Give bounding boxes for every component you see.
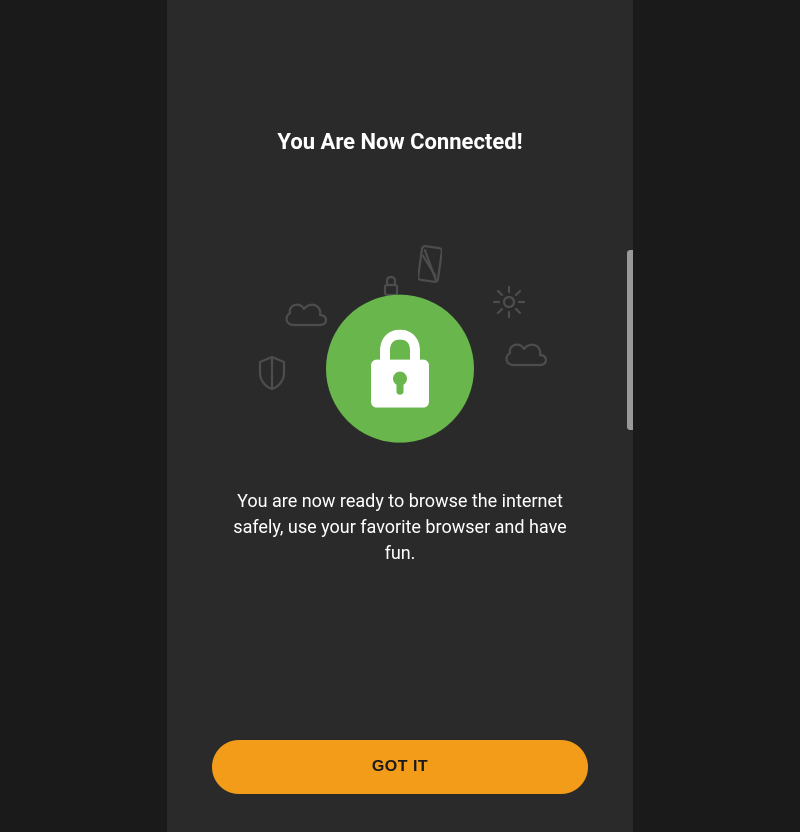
lock-small-icon bbox=[382, 275, 400, 297]
cloud-icon bbox=[280, 297, 332, 333]
subtitle-text: You are now ready to browse the internet… bbox=[230, 489, 570, 567]
lock-icon bbox=[369, 330, 431, 408]
scroll-indicator[interactable] bbox=[627, 250, 633, 430]
page-title: You Are Now Connected! bbox=[277, 130, 522, 155]
cloud-icon bbox=[500, 337, 552, 373]
gear-icon bbox=[492, 285, 526, 319]
illustration-group bbox=[220, 225, 580, 465]
shield-icon bbox=[258, 355, 286, 391]
got-it-button[interactable]: GOT IT bbox=[212, 740, 588, 794]
connected-confirmation-screen: You Are Now Connected! bbox=[167, 0, 633, 832]
lock-badge bbox=[326, 295, 474, 443]
phone-icon bbox=[418, 245, 442, 283]
